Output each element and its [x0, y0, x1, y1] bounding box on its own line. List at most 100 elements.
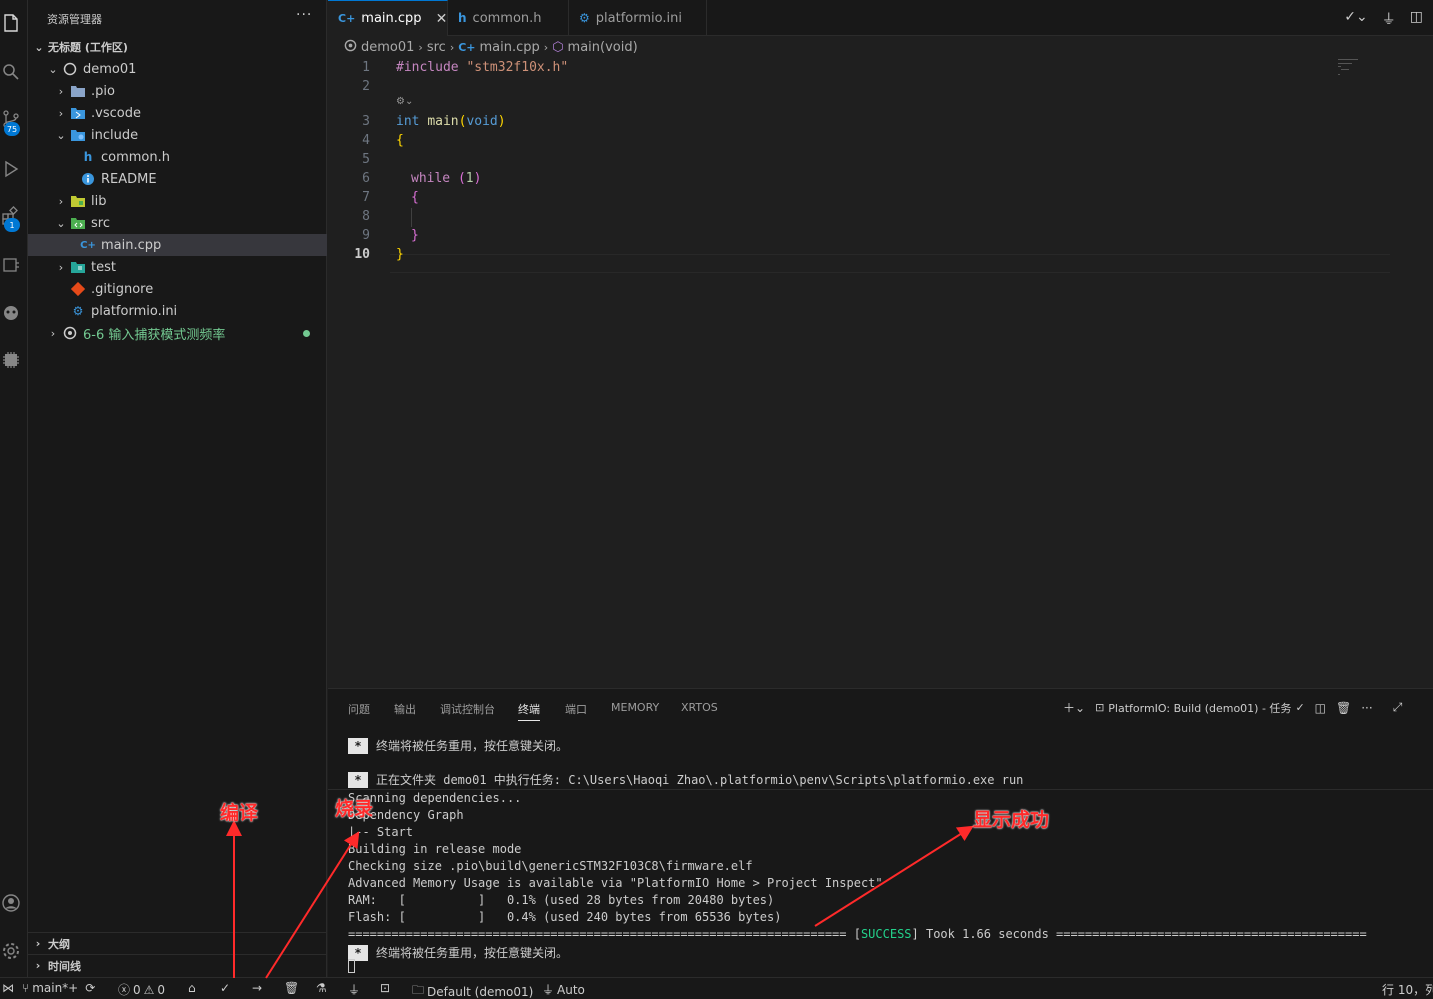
- remote-indicator[interactable]: ⋈: [2, 981, 14, 995]
- pio-upload-button[interactable]: →: [252, 981, 262, 995]
- account-icon[interactable]: [0, 892, 22, 914]
- workspace-label: 无标题 (工作区): [48, 41, 128, 54]
- breadcrumb-item[interactable]: main.cpp: [480, 40, 540, 55]
- annotation-compile: 编译: [220, 802, 259, 824]
- tab-terminal[interactable]: 终端: [518, 701, 540, 721]
- platformio-icon[interactable]: [0, 302, 22, 324]
- paren-token: (: [450, 171, 466, 186]
- chevron-right-icon: ›: [58, 106, 64, 120]
- tree-item-main-cpp[interactable]: C+ main.cpp: [28, 234, 327, 256]
- tree-item-project-6-6[interactable]: › 6-6 输入捕获模式测频率: [28, 322, 327, 344]
- pio-env-selector[interactable]: 🗀 Default (demo01): [412, 981, 533, 999]
- pio-monitor-button[interactable]: ⏚: [348, 981, 360, 998]
- header-file-icon: h: [83, 150, 93, 164]
- split-editor-icon[interactable]: ◫: [1410, 9, 1423, 29]
- pio-port-selector[interactable]: ⏚ Auto: [542, 981, 585, 998]
- terminal-icon: ⊡: [380, 981, 391, 995]
- tab-ports[interactable]: 端口: [565, 701, 587, 717]
- terminal-icon: ⊡: [1095, 701, 1105, 714]
- warning-count: 0: [157, 982, 166, 997]
- check-icon: ✓: [1295, 701, 1305, 714]
- tree-item-label: demo01: [83, 61, 137, 77]
- tab-platformio-ini[interactable]: ⚙ platformio.ini: [569, 0, 707, 36]
- task-star-badge: *: [348, 738, 368, 754]
- tree-item-label: include: [91, 127, 139, 143]
- tree-item-include[interactable]: ⌄ include: [28, 124, 327, 146]
- tab-main-cpp[interactable]: C+ main.cpp ✕: [328, 0, 448, 36]
- more-icon[interactable]: ···: [1361, 701, 1372, 715]
- tree-item-label: 6-6 输入捕获模式测频率: [83, 327, 226, 343]
- outline-section[interactable]: › 大纲: [28, 932, 327, 954]
- split-terminal-icon[interactable]: ◫: [1315, 701, 1326, 715]
- chevron-right-icon: ›: [418, 40, 423, 54]
- position-label: 行 10，列: [1382, 983, 1433, 997]
- tree-item-src[interactable]: ⌄ src: [28, 212, 327, 234]
- pio-clean-button[interactable]: 🗑: [284, 981, 299, 995]
- run-debug-icon[interactable]: [0, 158, 22, 180]
- tree-item-vscode[interactable]: › .vscode: [28, 102, 327, 124]
- tree-item-common-h[interactable]: h common.h: [28, 146, 327, 168]
- folder-root-icon: [344, 39, 357, 56]
- tree-item-pio[interactable]: › .pio: [28, 80, 327, 102]
- maximize-panel-icon[interactable]: ⤢: [1393, 700, 1403, 715]
- cursor-position[interactable]: 行 10，列: [1382, 981, 1433, 998]
- tab-debug-console[interactable]: 调试控制台: [440, 701, 495, 717]
- trash-icon[interactable]: 🗑: [1336, 701, 1351, 715]
- folder-vscode-icon: [70, 105, 86, 121]
- problems-indicator[interactable]: ⓧ 0 ⚠ 0: [118, 981, 165, 998]
- folder-test-icon: [70, 259, 86, 275]
- chip-icon[interactable]: [0, 349, 22, 371]
- tree-item-label: platformio.ini: [91, 303, 178, 319]
- workspace-header[interactable]: ⌄ 无标题 (工作区): [28, 36, 327, 58]
- code-editor[interactable]: 1 2 3 4 5 6 7 8 9 10 #include "stm32f10x…: [328, 56, 1433, 688]
- tab-xrtos[interactable]: XRTOS: [681, 701, 718, 714]
- search-icon[interactable]: [0, 61, 22, 83]
- folder-include-icon: [70, 127, 86, 143]
- tab-memory[interactable]: MEMORY: [611, 701, 659, 714]
- task-star-badge: *: [348, 772, 368, 788]
- tree-item-label: .vscode: [91, 105, 141, 121]
- chevron-right-icon: ›: [50, 326, 56, 340]
- terminal-text: 正在文件夹 demo01 中执行任务: C:\Users\Haoqi Zhao\…: [376, 773, 1024, 787]
- pio-test-button[interactable]: ⚗: [316, 981, 327, 995]
- annotation-upload: 烧录: [335, 798, 374, 820]
- tree-item-test[interactable]: › test: [28, 256, 327, 278]
- explorer-more-button[interactable]: ···: [296, 7, 312, 23]
- folder-icon: [70, 83, 86, 99]
- terminal-line: Checking size .pio\build\genericSTM32F10…: [348, 859, 753, 873]
- settings-file-icon: ⚙: [72, 304, 84, 318]
- breadcrumb-item[interactable]: demo01: [361, 40, 414, 55]
- minimap[interactable]: [1338, 58, 1360, 76]
- breadcrumb-item[interactable]: main(void): [568, 40, 638, 55]
- breadcrumb-item[interactable]: src: [427, 40, 446, 55]
- timeline-section[interactable]: › 时间线: [28, 954, 327, 976]
- branch-indicator[interactable]: ⑂ main*+ ⟳: [22, 981, 95, 995]
- annotation-success: 显示成功: [973, 809, 1050, 831]
- explorer-icon[interactable]: [0, 12, 22, 34]
- tree-item-readme[interactable]: README: [28, 168, 327, 190]
- settings-gear-icon[interactable]: [0, 940, 22, 962]
- codelens-icon[interactable]: ⚙⌄: [396, 96, 413, 107]
- new-terminal-icon[interactable]: ＋⌄: [1063, 699, 1085, 716]
- chevron-right-icon: ›: [58, 194, 64, 208]
- chevron-down-icon: ⌄: [48, 62, 58, 76]
- plug-icon[interactable]: ⏚: [1382, 9, 1396, 29]
- terminal-selector[interactable]: ⊡ PlatformIO: Build (demo01) - 任务 ✓: [1095, 700, 1305, 716]
- pio-build-button[interactable]: ✓: [220, 981, 230, 995]
- tree-item-gitignore[interactable]: .gitignore: [28, 278, 327, 300]
- code-line-3: int main(void): [396, 114, 506, 129]
- tab-output[interactable]: 输出: [394, 701, 416, 717]
- tree-item-lib[interactable]: › lib: [28, 190, 327, 212]
- check-dropdown-icon[interactable]: ✓⌄: [1344, 9, 1367, 29]
- tree-item-platformio-ini[interactable]: ⚙ platformio.ini: [28, 300, 327, 322]
- paren-token: ): [473, 171, 482, 186]
- pio-home-button[interactable]: ⌂: [188, 981, 196, 995]
- tab-common-h[interactable]: h common.h: [448, 0, 569, 36]
- branch-label: main*+: [32, 981, 79, 995]
- pio-terminal-button[interactable]: ⊡: [380, 981, 390, 995]
- tree-item-demo01[interactable]: ⌄ demo01: [28, 58, 327, 80]
- close-icon[interactable]: ✕: [436, 11, 448, 27]
- chevron-down-icon: ⌄: [34, 40, 44, 54]
- remote-explorer-icon[interactable]: [0, 254, 22, 276]
- tab-problems[interactable]: 问题: [348, 701, 370, 717]
